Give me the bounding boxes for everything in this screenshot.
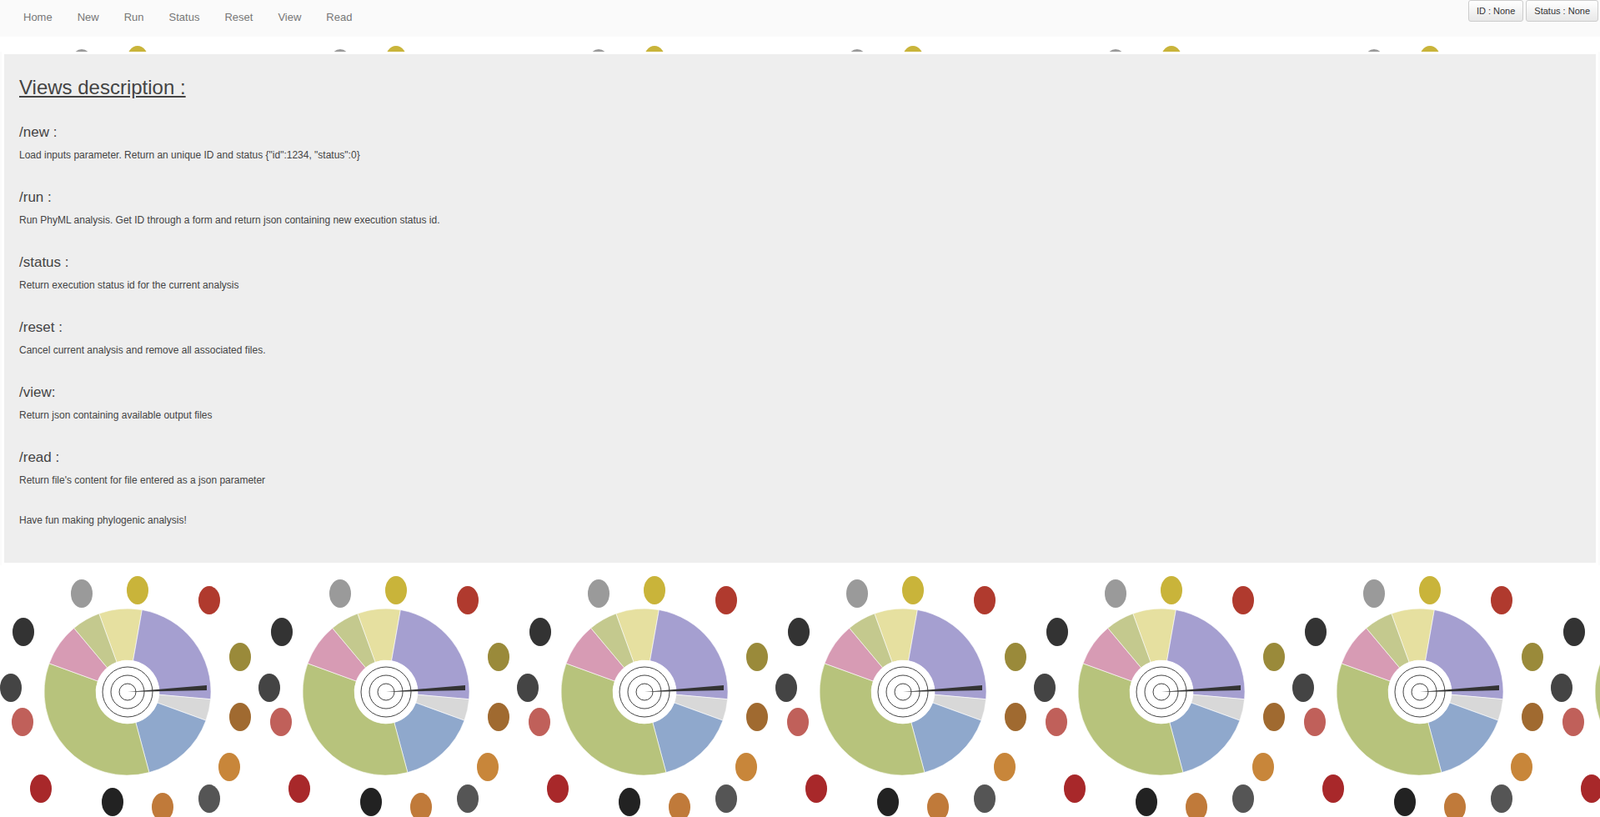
view-section: /view: Return json containing available …: [19, 384, 1581, 422]
nav-item[interactable]: Run: [111, 0, 157, 35]
page: HomeNewRunStatusResetViewRead ID : NoneS…: [0, 0, 1600, 817]
phylogeny-tile: [514, 36, 776, 52]
view-route: /view:: [19, 384, 1581, 402]
nav-item[interactable]: Home: [10, 0, 66, 35]
nav-item[interactable]: Reset: [211, 0, 266, 35]
view-section: /reset : Cancel current analysis and rem…: [19, 319, 1581, 357]
nav-item[interactable]: Read: [313, 0, 365, 35]
banner-bottom: [0, 565, 1600, 817]
phylogeny-tile: [1289, 36, 1551, 52]
phylogeny-tile: [0, 36, 259, 52]
view-section: /new : Load inputs parameter. Return an …: [19, 124, 1581, 161]
phylogeny-tile: [1031, 566, 1293, 817]
phylogeny-tile: [514, 566, 776, 817]
panel-title: Views description :: [19, 75, 1581, 100]
phylogeny-tile: [1289, 566, 1551, 817]
view-description: Run PhyML analysis. Get ID through a for…: [19, 214, 1581, 226]
view-section: /status : Return execution status id for…: [19, 254, 1581, 291]
nav-item[interactable]: New: [65, 0, 112, 35]
banner-top: [0, 36, 1600, 52]
status-indicators: ID : NoneStatus : None: [1468, 0, 1600, 22]
panel-footer: Have fun making phylogenic analysis!: [19, 514, 1581, 527]
navbar: HomeNewRunStatusResetViewRead ID : NoneS…: [0, 0, 1600, 37]
phylogeny-tile: [255, 566, 517, 817]
phylogeny-tile: [1548, 566, 1600, 817]
nav-item[interactable]: Status: [156, 0, 213, 35]
phylogeny-tile: [0, 566, 259, 817]
view-route: /status :: [19, 254, 1581, 271]
view-description: Return json containing available output …: [19, 409, 1581, 422]
view-description: Return file's content for file entered a…: [19, 474, 1581, 487]
nav-menu: HomeNewRunStatusResetViewRead: [0, 0, 365, 35]
indicator-button[interactable]: ID : None: [1468, 0, 1524, 22]
view-description: Cancel current analysis and remove all a…: [19, 344, 1581, 357]
view-route: /reset :: [19, 319, 1581, 337]
indicator-button[interactable]: Status : None: [1525, 0, 1599, 22]
phylogeny-tile: [1031, 36, 1293, 52]
view-route: /new :: [19, 124, 1581, 141]
nav-item[interactable]: View: [265, 0, 314, 35]
view-description: Return execution status id for the curre…: [19, 279, 1581, 291]
view-route: /run :: [19, 189, 1581, 206]
phylogeny-tile: [772, 36, 1034, 52]
phylogeny-tile: [255, 36, 517, 52]
view-section: /read : Return file's content for file e…: [19, 449, 1581, 487]
views-panel: Views description : /new : Load inputs p…: [1, 51, 1599, 566]
view-route: /read :: [19, 449, 1581, 467]
phylogeny-tile: [1548, 36, 1600, 52]
view-section: /run : Run PhyML analysis. Get ID throug…: [19, 189, 1581, 226]
view-description: Load inputs parameter. Return an unique …: [19, 149, 1581, 161]
phylogeny-tile: [772, 566, 1034, 817]
